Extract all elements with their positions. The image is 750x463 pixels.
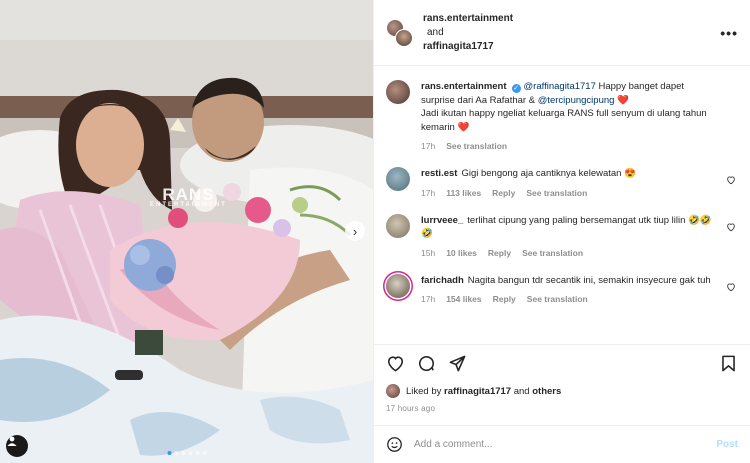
likes-mid: and — [513, 385, 530, 397]
see-translation-link[interactable]: See translation — [526, 188, 587, 198]
post-comment-button[interactable]: Post — [716, 439, 738, 450]
avatar[interactable] — [386, 80, 410, 104]
comment-time[interactable]: 17h — [421, 188, 435, 198]
heart-outline-icon[interactable] — [726, 222, 736, 232]
avatar[interactable] — [386, 384, 400, 398]
photo-illustration — [0, 0, 373, 463]
heart-outline-icon[interactable] — [726, 282, 736, 292]
header-username-1[interactable]: rans.entertainment — [423, 12, 513, 26]
chevron-right-icon: › — [352, 223, 358, 239]
reply-button[interactable]: Reply — [493, 294, 516, 304]
carousel-dot — [195, 451, 199, 455]
comment-text: Gigi bengong aja cantiknya kelewatan 😍 — [461, 168, 636, 179]
more-options-button[interactable]: ••• — [720, 25, 738, 41]
header-joiner: and — [427, 26, 444, 38]
verified-badge-icon: ✓ — [511, 84, 521, 93]
avatar[interactable] — [386, 167, 410, 191]
comment-item: lurrveee_ terlihat cipung yang paling ber… — [386, 213, 738, 258]
add-comment-bar: Post — [374, 425, 750, 463]
likes-user[interactable]: raffinagita1717 — [444, 386, 511, 397]
post-time[interactable]: 17 hours ago — [374, 398, 750, 413]
see-translation-link[interactable]: See translation — [522, 248, 583, 258]
see-translation-link[interactable]: See translation — [446, 141, 507, 151]
comments-list: rans.entertainment ✓ @raffinagita1717 Happ… — [374, 66, 750, 344]
carousel-dot — [202, 451, 206, 455]
avatar — [395, 28, 413, 47]
bookmark-icon[interactable] — [719, 354, 738, 373]
comment-username[interactable]: lurrveee_ — [421, 215, 463, 226]
comment-likes[interactable]: 154 likes — [446, 294, 481, 304]
action-bar — [374, 344, 750, 382]
post-details-panel: rans.entertainment and raffinagita1717 •… — [373, 0, 750, 463]
comment-item: farichadh Nagita bangun tdr secantik ini,… — [386, 273, 738, 304]
comment-text: terlihat cipung yang paling bersemangat … — [421, 214, 712, 240]
comment-text: Nagita bangun tdr secantik ini, semakin … — [467, 274, 711, 286]
carousel-next-button[interactable]: › — [345, 221, 365, 241]
comment-username[interactable]: farichadh — [421, 275, 464, 286]
watermark-sub: ENTERTAINMENT — [150, 202, 227, 208]
heart-icon[interactable] — [386, 354, 405, 373]
comment-username[interactable]: resti.est — [421, 168, 457, 179]
red-heart-emoji: ❤️ — [617, 94, 629, 106]
caption: rans.entertainment ✓ @raffinagita1717 Happ… — [386, 80, 738, 151]
comment-input[interactable] — [414, 439, 717, 450]
likes-others[interactable]: others — [532, 386, 561, 397]
comment-likes[interactable]: 113 likes — [446, 188, 481, 198]
carousel-dot — [174, 451, 178, 455]
caption-username[interactable]: rans.entertainment — [421, 81, 507, 92]
likes-summary: Liked by raffinagita1717 and others — [374, 382, 750, 398]
post-photo[interactable]: RANS ENTERTAINMENT › — [0, 0, 373, 463]
post-header: rans.entertainment and raffinagita1717 •… — [374, 0, 750, 66]
more-horizontal-icon: ••• — [720, 25, 738, 41]
carousel-dot — [181, 451, 185, 455]
comment-item: resti.est Gigi bengong aja cantiknya kele… — [386, 167, 738, 198]
rans-watermark: RANS ENTERTAINMENT — [150, 185, 227, 208]
reply-button[interactable]: Reply — [492, 188, 515, 198]
carousel-dot — [188, 451, 192, 455]
avatar-story-ring[interactable] — [386, 273, 410, 298]
comment-icon[interactable] — [417, 354, 436, 373]
heart-outline-icon[interactable] — [726, 175, 736, 185]
likes-prefix: Liked by — [406, 385, 442, 397]
carousel-dots — [167, 451, 206, 455]
comment-time[interactable]: 17h — [421, 294, 435, 304]
caption-mention-1[interactable]: @raffinagita1717 — [524, 81, 596, 92]
header-username-2[interactable]: raffinagita1717 — [423, 40, 513, 54]
collab-names: rans.entertainment and raffinagita1717 — [423, 12, 513, 54]
collab-avatars[interactable] — [386, 18, 414, 47]
comment-time[interactable]: 15h — [421, 248, 435, 258]
caption-mention-2[interactable]: @tercipungcipung — [538, 95, 615, 106]
emoji-icon[interactable] — [386, 436, 403, 453]
red-heart-emoji: ❤️ — [457, 121, 470, 133]
person-icon — [7, 436, 17, 446]
see-translation-link[interactable]: See translation — [527, 294, 588, 304]
avatar[interactable] — [386, 213, 410, 238]
share-icon[interactable] — [448, 354, 467, 373]
reply-button[interactable]: Reply — [488, 248, 511, 258]
user-tags-button[interactable] — [6, 435, 28, 457]
comment-likes[interactable]: 10 likes — [446, 248, 477, 258]
caption-time[interactable]: 17h — [421, 141, 435, 151]
post-view: RANS ENTERTAINMENT › rans.entertainment … — [0, 0, 750, 463]
carousel-dot-active — [167, 451, 171, 455]
